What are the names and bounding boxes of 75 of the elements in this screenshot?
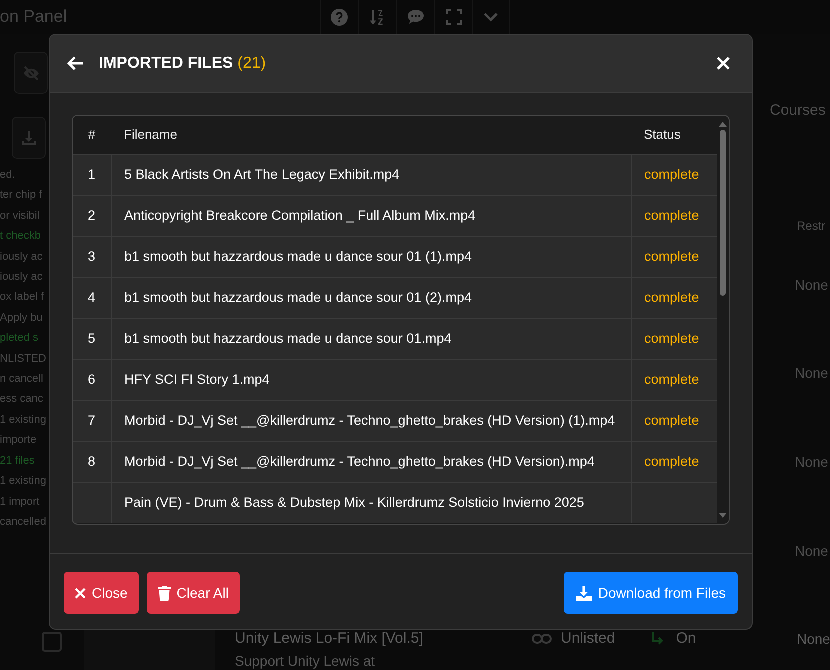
dialog-title: IMPORTED FILES (21) xyxy=(99,54,266,74)
filename-cell: Morbid - DJ_Vj Set __@killerdrumz - Techno_ghetto_brakes (HD Version) (1).mp4 xyxy=(111,400,631,441)
row-number: 6 xyxy=(73,359,111,400)
download-button[interactable] xyxy=(12,117,46,159)
log-line: iously ac xyxy=(0,250,44,265)
trash-icon xyxy=(158,586,171,600)
hidden-toggle-button[interactable] xyxy=(14,52,48,94)
log-line: 21 files xyxy=(0,454,36,469)
table-cell-text: None xyxy=(795,276,830,294)
close-button[interactable]: Close xyxy=(64,572,139,614)
scroll-down-icon[interactable] xyxy=(719,513,727,519)
filename-cell: Pain (VE) - Drum & Bass & Dubstep Mix - Killerdrumz Solsticio Invierno 2025 xyxy=(111,482,631,522)
row-number: 3 xyxy=(73,236,111,277)
row-number: 4 xyxy=(73,277,111,318)
log-line: ox label f xyxy=(0,290,46,306)
table-cell-text: None xyxy=(795,364,830,384)
filename-cell: 5 Black Artists On Art The Legacy Exhibit.mp4 xyxy=(111,154,631,195)
link-icon xyxy=(532,634,552,644)
clear-button[interactable]: Clear All xyxy=(146,572,240,614)
filename-cell: b1 smooth but hazzardous made u dance sour 01.mp4 xyxy=(111,318,631,359)
filename-cell: HFY SCI FI Story 1.mp4 xyxy=(111,359,631,400)
restriction-label: None xyxy=(797,630,830,648)
video-title: Unity Lewis Lo-Fi Mix [Vol.5] xyxy=(235,630,424,648)
filename-cell: Anticopyright Breakcore Compilation _ Full Album Mix.mp4 xyxy=(111,195,631,236)
close-icon xyxy=(75,588,86,598)
log-line: 1 existing xyxy=(0,474,48,490)
log-line: cancelled xyxy=(0,514,48,530)
download-icon xyxy=(21,130,37,146)
table-cell-text: None xyxy=(795,453,830,472)
status-cell: complete xyxy=(631,154,717,195)
log-line: importe xyxy=(0,433,38,448)
log-line: NLISTED xyxy=(0,352,48,367)
log-line: 1 existing xyxy=(0,412,48,428)
log-line: iously ac xyxy=(0,270,44,286)
log-line: ed. xyxy=(0,168,16,183)
table-cell-text: None xyxy=(795,542,830,562)
page-title: on Panel xyxy=(0,6,68,28)
status-cell: complete xyxy=(631,441,717,482)
row-number: 7 xyxy=(73,400,111,441)
toggle-label: On xyxy=(676,630,696,648)
download-button[interactable]: Download from Files xyxy=(564,572,738,614)
column-header: # xyxy=(73,116,111,154)
log-line: t checkb xyxy=(0,229,42,244)
arrow-icon xyxy=(650,631,664,647)
log-line: ter chip f xyxy=(0,188,44,204)
video-description: Support Unity Lewis at xyxy=(235,652,376,670)
row-number: 5 xyxy=(73,318,111,359)
log-line: pleted s xyxy=(0,331,40,346)
close-icon[interactable] xyxy=(717,57,730,70)
row-number: 2 xyxy=(73,195,111,236)
filename-cell: Morbid - DJ_Vj Set __@killerdrumz - Techno_ghetto_brakes (HD Version).mp4 xyxy=(111,441,631,482)
row-checkbox[interactable] xyxy=(42,632,62,652)
scroll-up-icon[interactable] xyxy=(719,121,727,127)
filename-cell: b1 smooth but hazzardous made u dance sour 01 (1).mp4 xyxy=(111,236,631,277)
visibility-label: Unlisted xyxy=(561,630,616,648)
filename-cell: b1 smooth but hazzardous made u dance sour 01 (2).mp4 xyxy=(111,277,631,318)
log-line: 1 import xyxy=(0,494,41,510)
scrollbar[interactable] xyxy=(717,116,729,524)
row-number: 8 xyxy=(73,441,111,482)
status-cell: complete xyxy=(631,359,717,400)
log-line: or visibil xyxy=(0,208,41,224)
column-header: Restr xyxy=(797,218,827,234)
back-icon[interactable] xyxy=(67,56,84,71)
section-heading: Courses xyxy=(770,101,827,121)
status-cell: complete xyxy=(631,318,717,359)
status-cell: complete xyxy=(631,400,717,441)
log-line: ess canc xyxy=(0,392,44,408)
status-cell: complete xyxy=(631,277,717,318)
download-icon xyxy=(576,586,592,600)
eye-slash-icon xyxy=(22,66,40,80)
status-cell: complete xyxy=(631,195,717,236)
row-number: 1 xyxy=(73,154,111,195)
log-line: Apply bu xyxy=(0,310,44,326)
status-cell: complete xyxy=(631,236,717,277)
log-line: n cancell xyxy=(0,372,44,388)
